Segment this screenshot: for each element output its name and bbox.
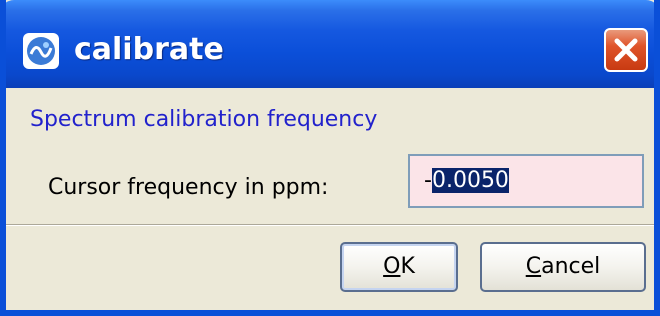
dialog-body: Spectrum calibration frequency Cursor fr…: [6, 88, 654, 310]
title-bar[interactable]: calibrate: [6, 0, 654, 88]
input-value-prefix: -: [424, 168, 432, 193]
app-logo-icon: [23, 33, 59, 69]
close-button[interactable]: [604, 28, 648, 72]
ok-button[interactable]: OK: [340, 242, 458, 292]
input-value-selected: 0.0050: [431, 168, 509, 193]
cursor-frequency-input[interactable]: -0.0050: [408, 154, 644, 208]
cursor-frequency-label: Cursor frequency in ppm:: [48, 175, 329, 200]
dialog-heading: Spectrum calibration frequency: [30, 107, 378, 132]
cancel-mnemonic: C: [525, 254, 542, 279]
close-icon: [614, 38, 638, 62]
window-title: calibrate: [74, 32, 224, 67]
calibrate-dialog: calibrate Spectrum calibration frequency…: [0, 0, 660, 316]
ok-mnemonic: O: [383, 254, 401, 279]
divider: [6, 224, 654, 226]
ok-label-rest: K: [400, 254, 415, 279]
cancel-button[interactable]: Cancel: [480, 242, 646, 292]
cancel-label-rest: ancel: [541, 254, 601, 279]
